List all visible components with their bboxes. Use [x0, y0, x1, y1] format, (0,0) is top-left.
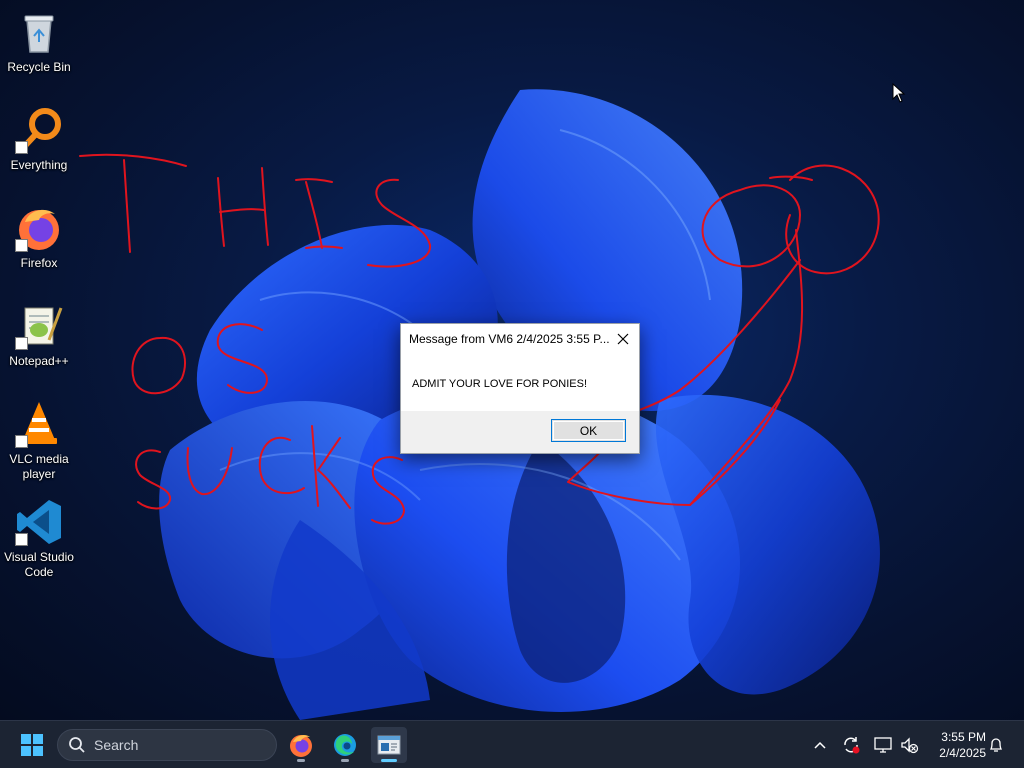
network-icon — [874, 737, 892, 753]
desktop-icon-label: Everything — [10, 158, 68, 172]
dialog-title: Message from VM6 2/4/2025 3:55 P... — [409, 332, 610, 346]
notepad-plus-plus-icon — [15, 302, 63, 350]
volume-muted-icon — [901, 737, 919, 754]
show-hidden-icons-button[interactable] — [810, 735, 830, 755]
desktop-icon-label: Firefox — [20, 256, 58, 270]
taskbar-message-app[interactable] — [371, 727, 407, 763]
tray-sync-button[interactable] — [841, 735, 861, 755]
ok-button[interactable]: OK — [551, 419, 626, 442]
search-placeholder: Search — [94, 737, 139, 753]
taskbar: Search 3:55 PM 2/4/2025 — [0, 720, 1024, 768]
running-indicator — [381, 759, 397, 762]
desktop-icon-vlc[interactable]: VLC media player — [0, 400, 78, 482]
edge-icon — [334, 734, 356, 756]
message-dialog[interactable]: Message from VM6 2/4/2025 3:55 P... ADMI… — [400, 323, 640, 454]
tray-network-button[interactable] — [873, 735, 893, 755]
notifications-button[interactable] — [986, 735, 1006, 755]
dialog-message: ADMIT YOUR LOVE FOR PONIES! — [412, 378, 588, 390]
tray-volume-button[interactable] — [899, 735, 919, 755]
recycle-bin-icon — [15, 8, 63, 56]
desktop-icon-vscode[interactable]: Visual Studio Code — [0, 498, 78, 580]
desktop-icon-label: Notepad++ — [9, 354, 69, 368]
shortcut-arrow-icon — [15, 141, 28, 154]
windows-logo-icon — [21, 734, 43, 756]
mouse-cursor-icon — [892, 83, 906, 103]
desktop-icon-label: Recycle Bin — [7, 60, 71, 74]
sync-icon — [844, 737, 860, 754]
chevron-up-icon — [814, 741, 826, 749]
desktop-icon-firefox[interactable]: Firefox — [0, 204, 78, 271]
message-app-icon — [377, 735, 401, 755]
taskbar-clock[interactable]: 3:55 PM 2/4/2025 — [928, 729, 986, 761]
shortcut-arrow-icon — [15, 533, 28, 546]
dialog-close-button[interactable] — [607, 324, 639, 354]
dialog-body: ADMIT YOUR LOVE FOR PONIES! — [401, 354, 639, 411]
running-indicator — [341, 759, 349, 762]
clock-time: 3:55 PM — [941, 730, 986, 744]
shortcut-arrow-icon — [15, 337, 28, 350]
taskbar-edge[interactable] — [327, 727, 363, 763]
desktop-icon-recycle-bin[interactable]: Recycle Bin — [0, 8, 78, 75]
taskbar-search-box[interactable]: Search — [57, 729, 277, 761]
bell-icon — [989, 738, 1003, 752]
dialog-titlebar[interactable]: Message from VM6 2/4/2025 3:55 P... — [401, 324, 639, 354]
desktop-icon-everything[interactable]: Everything — [0, 106, 78, 173]
close-icon — [617, 333, 629, 345]
start-button[interactable] — [14, 731, 50, 759]
firefox-icon — [290, 734, 312, 757]
dialog-footer: OK — [401, 411, 639, 453]
desktop-icon-label: Visual Studio Code — [4, 550, 74, 579]
firefox-icon — [15, 204, 63, 252]
vlc-icon — [15, 400, 63, 448]
desktop-icon-label: VLC media player — [9, 452, 69, 481]
everything-search-icon — [15, 106, 63, 154]
running-indicator — [297, 759, 305, 762]
clock-date: 2/4/2025 — [939, 746, 986, 760]
desktop[interactable]: Recycle Bin Everything Firefox Notepad++… — [0, 0, 1024, 720]
vscode-icon — [15, 498, 63, 546]
shortcut-arrow-icon — [15, 239, 28, 252]
taskbar-firefox[interactable] — [283, 727, 319, 763]
search-icon — [69, 737, 85, 753]
desktop-icon-notepad-plus-plus[interactable]: Notepad++ — [0, 302, 78, 369]
shortcut-arrow-icon — [15, 435, 28, 448]
